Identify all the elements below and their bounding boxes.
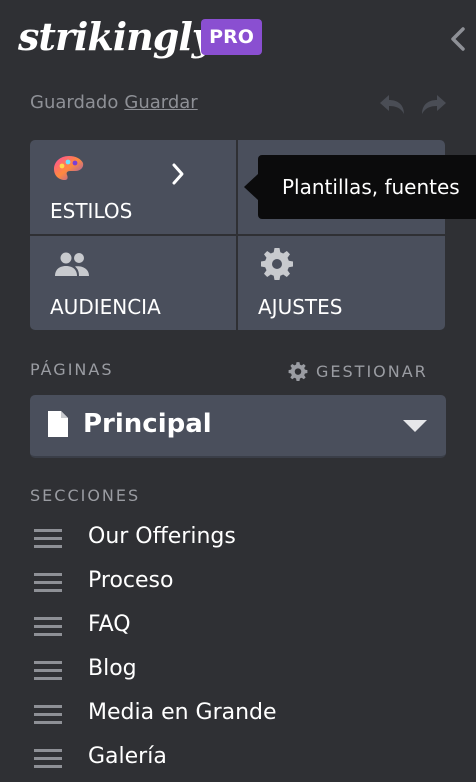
gear-icon — [261, 248, 293, 280]
drag-handle-icon[interactable] — [34, 660, 62, 682]
save-status-text: Guardado — [30, 92, 119, 113]
page-selector[interactable]: Principal — [30, 395, 446, 458]
list-item[interactable]: Blog — [30, 650, 450, 694]
palette-icon — [54, 156, 84, 180]
section-name: Blog — [88, 656, 137, 681]
gear-icon — [288, 362, 308, 381]
section-name: Our Offerings — [88, 524, 236, 549]
pro-badge: PRO — [201, 19, 262, 55]
chevron-left-icon — [451, 27, 465, 51]
sections-list: Our Offerings Proceso FAQ Blog Media en … — [30, 518, 450, 782]
drag-handle-icon[interactable] — [34, 748, 62, 770]
caret-down-icon — [403, 420, 427, 432]
sections-title: SECCIONES — [30, 486, 141, 505]
settings-label: AJUSTES — [258, 295, 343, 319]
section-name: Galería — [88, 744, 167, 769]
document-icon — [48, 411, 68, 437]
people-icon — [55, 252, 89, 276]
collapse-sidebar-button[interactable] — [448, 24, 468, 54]
redo-button[interactable] — [418, 92, 448, 118]
drag-handle-icon[interactable] — [34, 704, 62, 726]
list-item[interactable]: Our Offerings — [30, 518, 450, 562]
pages-section-title: PÁGINAS — [30, 360, 114, 379]
section-name: Media en Grande — [88, 700, 277, 725]
drag-handle-icon[interactable] — [34, 616, 62, 638]
list-item[interactable]: Media en Grande — [30, 694, 450, 738]
list-item[interactable]: FAQ — [30, 606, 450, 650]
tooltip-arrow — [244, 174, 258, 200]
selected-page-name: Principal — [83, 409, 212, 439]
audience-label: AUDIENCIA — [50, 295, 161, 319]
manage-pages-button[interactable]: GESTIONAR — [288, 360, 448, 382]
drag-handle-icon[interactable] — [34, 528, 62, 550]
undo-button[interactable] — [378, 92, 408, 118]
audience-tile[interactable]: AUDIENCIA — [30, 236, 236, 330]
settings-tile[interactable]: AJUSTES — [238, 236, 445, 330]
styles-label: ESTILOS — [50, 199, 133, 223]
save-status-row: Guardado Guardar — [30, 92, 450, 118]
editor-header: strikingly PRO — [0, 0, 476, 80]
section-name: Proceso — [88, 568, 174, 593]
section-name: FAQ — [88, 612, 131, 637]
chevron-right-icon — [172, 163, 184, 185]
redo-icon — [422, 95, 446, 114]
manage-pages-label: GESTIONAR — [316, 361, 428, 381]
styles-tooltip: Plantillas, fuentes — [258, 155, 476, 219]
save-link[interactable]: Guardar — [124, 92, 197, 113]
strikingly-logo: strikingly — [18, 14, 214, 59]
undo-icon — [380, 95, 404, 114]
list-item[interactable]: Proceso — [30, 562, 450, 606]
styles-tile[interactable]: ESTILOS — [30, 140, 236, 234]
drag-handle-icon[interactable] — [34, 572, 62, 594]
list-item[interactable]: Galería — [30, 738, 450, 782]
